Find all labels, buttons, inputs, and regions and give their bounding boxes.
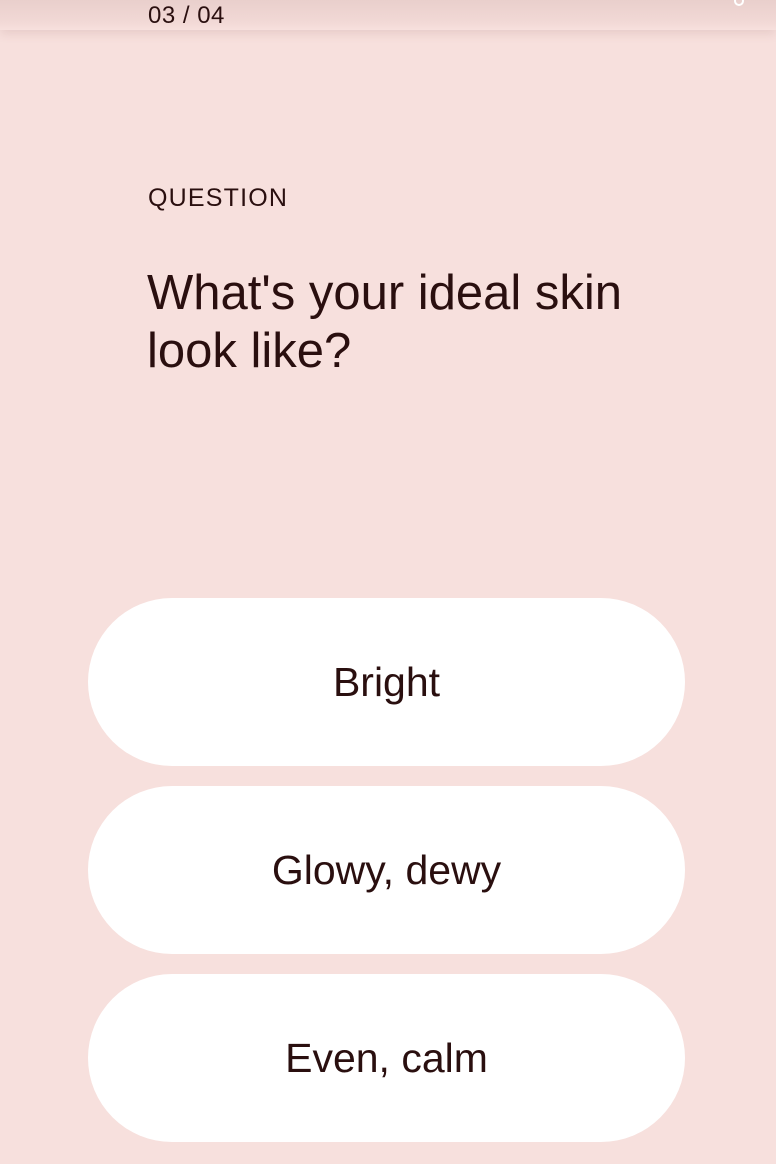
question-text: What's your ideal skin look like? xyxy=(147,266,623,378)
partial-icon[interactable] xyxy=(732,0,746,8)
answer-option-even-calm[interactable]: Even, calm xyxy=(88,974,685,1142)
answer-option-glowy-dewy[interactable]: Glowy, dewy xyxy=(88,786,685,954)
top-bar: 03 / 04 xyxy=(0,0,776,30)
partial-icon-glyph xyxy=(734,0,744,6)
question-counter: 03 / 04 xyxy=(148,2,225,29)
answer-option-bright[interactable]: Bright xyxy=(88,598,685,766)
question-eyebrow: QUESTION xyxy=(148,184,289,212)
